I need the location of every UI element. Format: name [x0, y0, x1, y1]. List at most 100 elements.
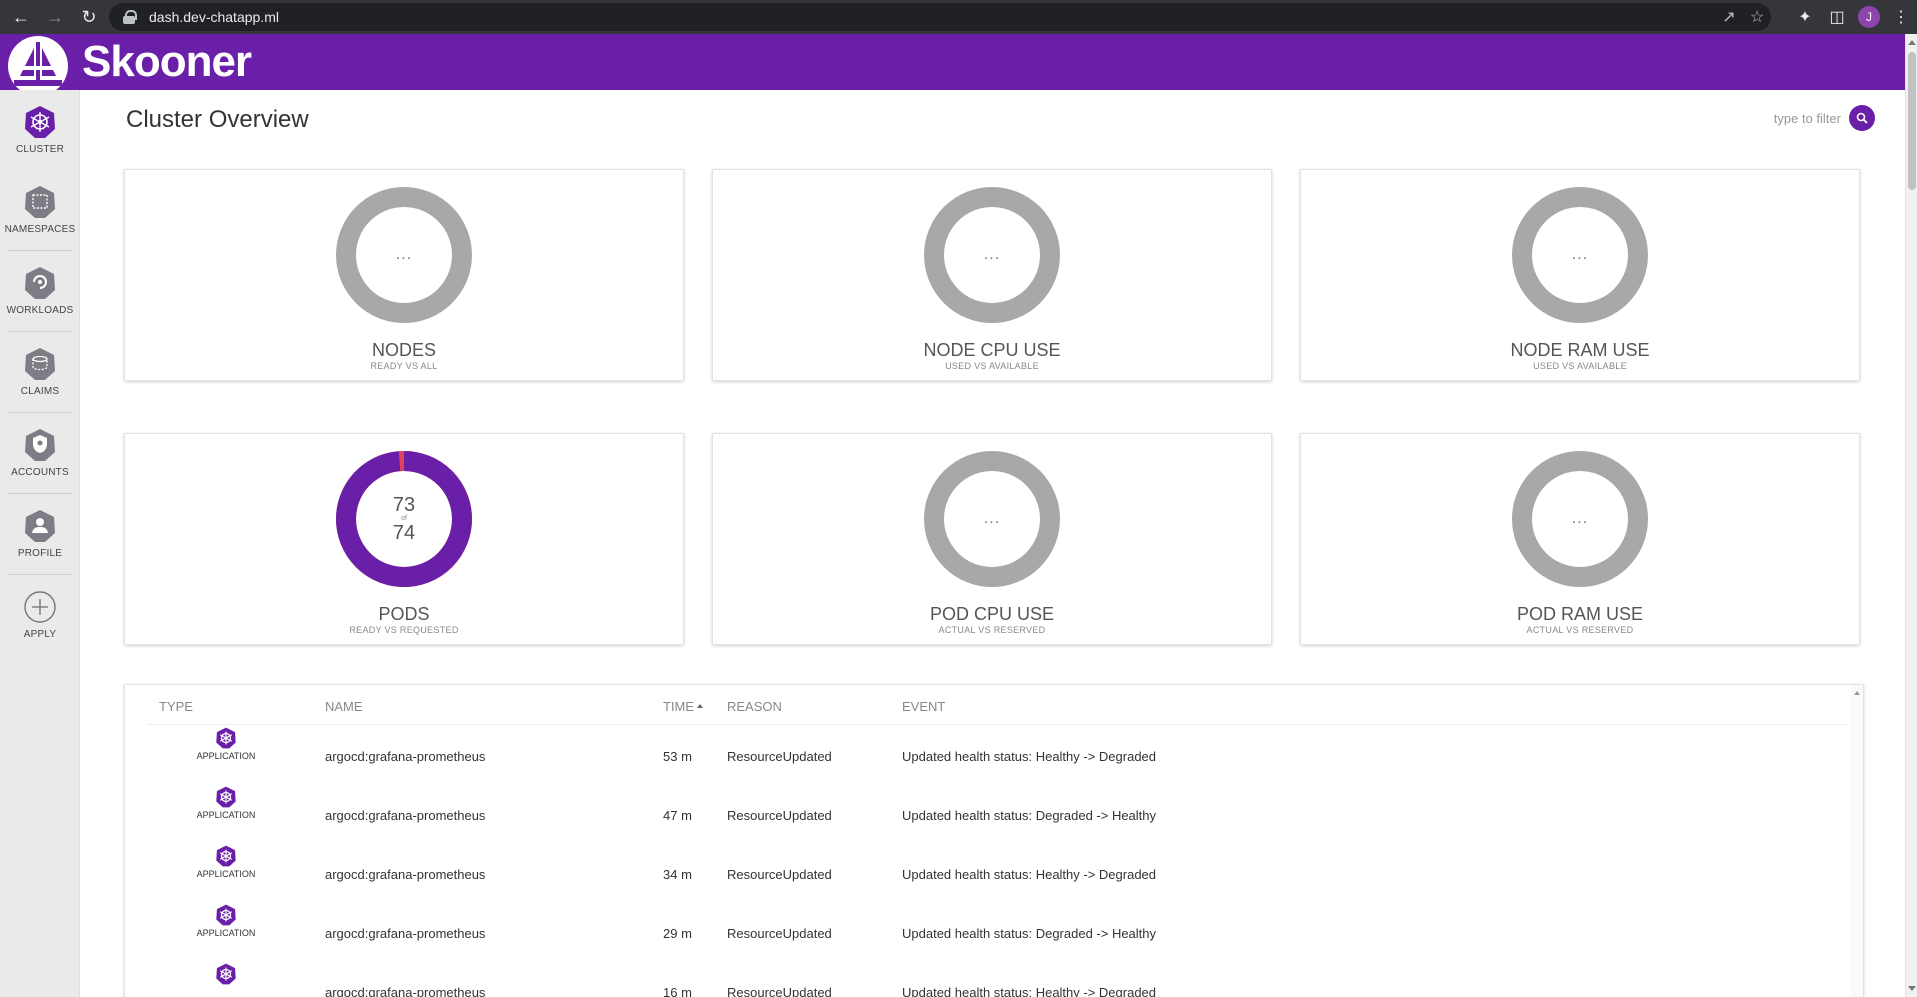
sidebar-item-label: APPLY — [23, 629, 57, 640]
column-header-event[interactable]: EVENT — [902, 699, 945, 714]
deploy-icon — [25, 267, 55, 299]
sidebar-item-label: WORKLOADS — [6, 305, 74, 316]
event-cell: Updated health status: Degraded -> Healt… — [902, 808, 1157, 823]
name-cell[interactable]: argocd:grafana-prometheus — [325, 985, 485, 997]
column-header-time[interactable]: TIME — [663, 699, 704, 714]
name-cell[interactable]: argocd:grafana-prometheus — [325, 867, 485, 882]
sidebar-item-workloads[interactable]: WORKLOADS — [0, 251, 80, 331]
event-cell: Updated health status: Degraded -> Healt… — [902, 926, 1157, 941]
reason-cell: ResourceUpdated — [727, 808, 832, 823]
application-helm-icon — [216, 786, 236, 808]
app-header: Skooner — [0, 34, 1905, 96]
time-cell: 34 m — [663, 867, 692, 882]
pods-ready-count: 73 — [392, 494, 416, 516]
page-scrollbar[interactable] — [1905, 34, 1917, 997]
scroll-up-arrow-icon[interactable] — [1908, 40, 1916, 45]
card-title: NODE RAM USE — [1510, 340, 1650, 360]
name-cell[interactable]: argocd:grafana-prometheus — [325, 749, 485, 764]
reload-icon[interactable]: ↻ — [76, 4, 102, 30]
time-cell: 29 m — [663, 926, 692, 941]
sidebar-item-apply[interactable]: APPLY — [0, 575, 80, 655]
url-text: dash.dev-chatapp.ml — [149, 9, 279, 25]
sidebar-item-label: NAMESPACES — [4, 224, 76, 235]
sidebar: CLUSTER NAMESPACES WORKLOADS CLAIMS ACCO… — [0, 90, 80, 997]
node-cpu-loading: ... — [983, 246, 1001, 263]
type-label: APPLICATION — [196, 928, 256, 938]
reason-cell: ResourceUpdated — [727, 867, 832, 882]
back-arrow-icon[interactable]: ← — [8, 4, 34, 30]
sidebar-item-accounts[interactable]: ACCOUNTS — [0, 413, 80, 493]
plus-circle-icon — [24, 591, 56, 623]
table-row[interactable]: APPLICATION argocd:grafana-prometheus 47 m… — [147, 786, 1847, 845]
card-subtitle: ACTUAL VS RESERVED — [1526, 625, 1634, 635]
application-helm-icon — [216, 727, 236, 749]
column-header-time-label: TIME — [663, 699, 695, 714]
card-subtitle: READY VS ALL — [370, 361, 438, 371]
browser-menu-icon[interactable]: ⋮ — [1885, 7, 1917, 27]
application-helm-icon — [216, 845, 236, 867]
service-account-icon — [25, 429, 55, 461]
share-icon[interactable]: ↗ — [1715, 7, 1743, 27]
sidebar-item-label: CLAIMS — [20, 386, 60, 397]
bookmark-star-icon[interactable]: ☆ — [1743, 7, 1771, 27]
event-cell: Updated health status: Healthy -> Degrad… — [902, 985, 1157, 997]
scroll-up-arrow-icon[interactable] — [1854, 691, 1860, 695]
column-header-name[interactable]: NAME — [325, 699, 363, 714]
pod-cpu-loading: ... — [983, 510, 1001, 527]
node-ram-loading: ... — [1571, 246, 1589, 263]
name-cell[interactable]: argocd:grafana-prometheus — [325, 926, 485, 941]
search-button[interactable] — [1849, 105, 1875, 131]
type-cell: APPLICATION — [191, 727, 261, 761]
sidebar-item-label: ACCOUNTS — [11, 467, 69, 478]
app-name: Skooner — [82, 37, 252, 86]
sort-ascending-icon — [697, 704, 704, 708]
card-subtitle: USED VS AVAILABLE — [945, 361, 1039, 371]
user-icon — [25, 510, 55, 542]
type-label: APPLICATION — [196, 751, 256, 761]
name-cell[interactable]: argocd:grafana-prometheus — [325, 808, 485, 823]
card-title: PODS — [378, 604, 430, 624]
type-cell: APPLICATION — [191, 845, 261, 879]
skooner-logo-icon[interactable] — [0, 34, 68, 96]
sidebar-item-label: PROFILE — [17, 548, 63, 559]
card-title: NODE CPU USE — [923, 340, 1061, 360]
search-icon — [1856, 112, 1868, 124]
nodes-card: ... NODES READY VS ALL — [124, 169, 684, 381]
card-subtitle: ACTUAL VS RESERVED — [938, 625, 1046, 635]
reason-cell: ResourceUpdated — [727, 926, 832, 941]
table-scrollbar[interactable] — [1851, 685, 1863, 997]
card-subtitle: USED VS AVAILABLE — [1533, 361, 1627, 371]
extensions-icon[interactable]: ✦ — [1789, 7, 1821, 27]
type-cell: APPLICATION — [191, 786, 261, 820]
table-row[interactable]: APPLICATION argocd:grafana-prometheus 53 m… — [147, 727, 1847, 786]
time-cell: 53 m — [663, 749, 692, 764]
event-cell: Updated health status: Healthy -> Degrad… — [902, 867, 1157, 882]
card-title: POD CPU USE — [929, 604, 1055, 624]
scroll-down-arrow-icon[interactable] — [1908, 986, 1916, 991]
main-content: Cluster Overview ... NODES READY VS ALL … — [80, 90, 1905, 997]
profile-avatar[interactable]: J — [1853, 6, 1885, 28]
address-bar[interactable]: dash.dev-chatapp.ml ↗ ☆ — [109, 3, 1771, 31]
filter-input[interactable] — [1731, 110, 1841, 126]
column-header-type[interactable]: TYPE — [159, 699, 193, 714]
filter-box — [1731, 105, 1875, 131]
table-header: TYPE NAME TIME REASON EVENT — [147, 685, 1847, 725]
table-row[interactable]: argocd:grafana-prometheus 16 m ResourceUpd… — [147, 963, 1847, 997]
sidebar-item-cluster[interactable]: CLUSTER — [0, 90, 80, 170]
sidebar-item-claims[interactable]: CLAIMS — [0, 332, 80, 412]
table-row[interactable]: APPLICATION argocd:grafana-prometheus 34 m… — [147, 845, 1847, 904]
table-row[interactable]: APPLICATION argocd:grafana-prometheus 29 m… — [147, 904, 1847, 963]
reason-cell: ResourceUpdated — [727, 749, 832, 764]
type-cell: APPLICATION — [191, 904, 261, 938]
node-ram-card: ... NODE RAM USE USED VS AVAILABLE — [1300, 169, 1860, 381]
nodes-loading: ... — [395, 246, 413, 263]
column-header-reason[interactable]: REASON — [727, 699, 782, 714]
forward-arrow-icon[interactable]: → — [42, 4, 68, 30]
lock-icon — [123, 10, 137, 24]
sidebar-item-profile[interactable]: PROFILE — [0, 494, 80, 574]
sidebar-item-namespaces[interactable]: NAMESPACES — [0, 170, 80, 250]
scrollbar-thumb[interactable] — [1908, 52, 1916, 190]
node-cpu-card: ... NODE CPU USE USED VS AVAILABLE — [712, 169, 1272, 381]
sidebar-item-label: CLUSTER — [15, 144, 65, 155]
side-panel-icon[interactable]: ◫ — [1821, 7, 1853, 27]
